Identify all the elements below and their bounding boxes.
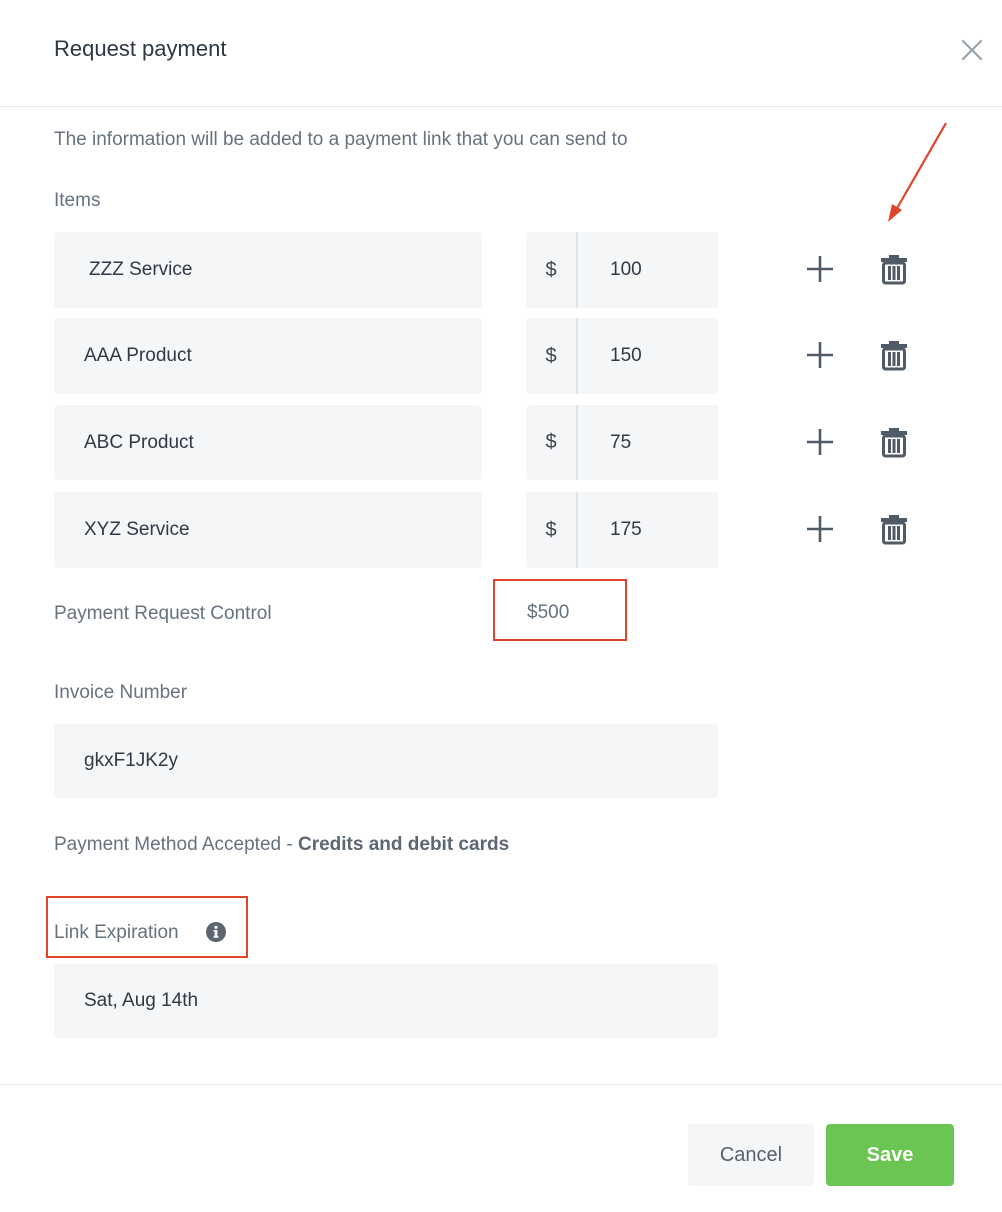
close-icon[interactable]: [958, 36, 986, 64]
item-price-input[interactable]: $ 150: [526, 318, 718, 394]
item-name-input[interactable]: ABC Product: [54, 405, 482, 480]
item-price-value[interactable]: 100: [578, 232, 718, 308]
plus-icon[interactable]: [804, 339, 836, 371]
plus-icon[interactable]: [804, 253, 836, 285]
link-expiration-label: Link Expiration: [54, 922, 179, 943]
item-price-input[interactable]: $ 100: [526, 232, 718, 308]
items-label: Items: [54, 190, 101, 211]
footer-divider: [0, 1084, 1002, 1085]
currency-symbol: $: [526, 232, 578, 308]
currency-symbol: $: [526, 492, 578, 568]
item-price-value[interactable]: 75: [578, 405, 718, 480]
payment-method-value: Credits and debit cards: [297, 834, 510, 855]
link-expiration-input[interactable]: Sat, Aug 14th: [54, 964, 718, 1038]
item-price-input[interactable]: $ 75: [526, 405, 718, 480]
trash-icon[interactable]: [878, 426, 910, 458]
invoice-number-input[interactable]: gkxF1JK2y: [54, 724, 718, 798]
plus-icon[interactable]: [804, 426, 836, 458]
total-amount: $500: [527, 602, 570, 623]
trash-icon[interactable]: [878, 513, 910, 545]
plus-icon[interactable]: [804, 513, 836, 545]
info-icon[interactable]: [205, 921, 227, 943]
item-price-input[interactable]: $ 175: [526, 492, 718, 568]
header-divider: [0, 106, 1002, 107]
modal-title: Request payment: [54, 36, 227, 61]
trash-icon[interactable]: [878, 339, 910, 371]
payment-request-control-label: Payment Request Control: [54, 603, 272, 624]
annotation-arrow: [888, 122, 947, 222]
item-name-input[interactable]: AAA Product: [54, 318, 482, 394]
currency-symbol: $: [526, 405, 578, 480]
item-name-input[interactable]: ZZZ Service: [54, 232, 482, 308]
trash-icon[interactable]: [878, 253, 910, 285]
intro-text: The information will be added to a payme…: [54, 129, 628, 150]
cancel-button[interactable]: Cancel: [688, 1124, 814, 1186]
item-name-input[interactable]: XYZ Service: [54, 492, 482, 568]
currency-symbol: $: [526, 318, 578, 394]
save-button[interactable]: Save: [826, 1124, 954, 1186]
invoice-number-label: Invoice Number: [54, 682, 188, 703]
payment-method-label: Payment Method Accepted -: [54, 834, 298, 855]
payment-method-text: Payment Method Accepted - Credits and de…: [54, 834, 509, 856]
item-price-value[interactable]: 175: [578, 492, 718, 568]
item-price-value[interactable]: 150: [578, 318, 718, 394]
